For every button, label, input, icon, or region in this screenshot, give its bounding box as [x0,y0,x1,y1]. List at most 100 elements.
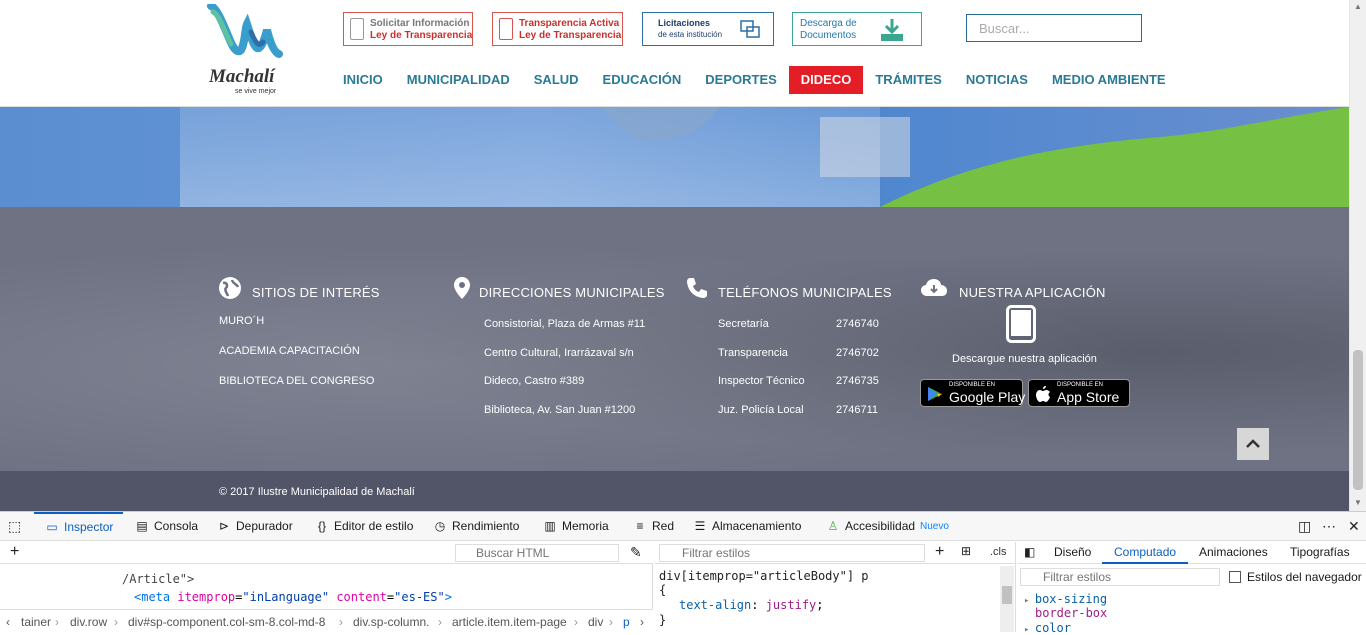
tab-label: Consola [154,519,199,533]
nav-tramites[interactable]: TRÁMITES [863,66,953,94]
footer-direccion-item: Biblioteca, Av. San Juan #1200 [484,404,636,416]
scroll-up-arrow-icon[interactable]: ▲ [1354,2,1362,11]
more-options-icon[interactable]: ⋯ [1322,518,1336,535]
nav-municipalidad[interactable]: MUNICIPALIDAD [395,66,522,94]
breadcrumb-separator-icon: › [55,615,59,629]
banner-transparencia-activa[interactable]: Transparencia Activa Ley de Transparenci… [492,12,623,46]
breadcrumb-item[interactable]: div [588,615,603,629]
banner-licitaciones[interactable]: Licitaciones de esta institución [642,12,774,46]
markup-line-meta[interactable]: <meta itemprop="inLanguage" content="es-… [134,590,452,604]
page-scrollbar[interactable]: ▲ ▼ [1349,0,1366,511]
tag-end: > [444,590,452,604]
toggle-sidebar-icon[interactable]: ◧ [1024,545,1035,559]
google-play-label: Google Play [949,389,1026,405]
tab-diseno[interactable]: Diseño [1054,542,1091,564]
computed-filter-input[interactable] [1020,568,1220,586]
breadcrumb-separator-icon: › [438,615,442,629]
download-icon [881,19,903,41]
search-input[interactable] [966,14,1142,42]
footer-link-biblioteca-congreso[interactable]: BIBLIOTECA DEL CONGRESO [219,375,374,387]
breadcrumb-item[interactable]: div.sp-column. [353,615,429,629]
eyedropper-icon[interactable]: ✎ [630,544,642,561]
element-picker-icon[interactable]: ⬚ [8,518,21,535]
breadcrumb-scroll-right-icon[interactable]: › [640,615,644,629]
rule-selector[interactable]: div[itemprop="articleBody"] p [659,569,869,583]
search-html-input[interactable] [455,544,619,562]
nav-educacion[interactable]: EDUCACIÓN [591,66,694,94]
document-icon [499,18,513,40]
nav-deportes[interactable]: DEPORTES [693,66,789,94]
tab-consola[interactable]: ▤ Consola [134,512,198,540]
site-header: Machalí se vive mejor Solicitar Informac… [0,0,1349,107]
scrollbar-thumb[interactable] [1353,350,1363,490]
site-logo[interactable]: Machalí se vive mejor [207,2,289,100]
banner-descarga-documentos[interactable]: Descarga de Documentos [792,12,922,46]
tab-memoria[interactable]: ▥ Memoria [542,512,608,540]
attr-value: "es-ES" [394,590,445,604]
chevron-up-icon [1246,438,1260,448]
tab-almacenamiento[interactable]: ☰ Almacenamiento [692,512,802,540]
tab-accesibilidad[interactable]: ♙ Accesibilidad [825,512,915,540]
logo-name: Machalí [209,66,275,87]
markup-view[interactable]: + ⌕ ✎ /Article"> <meta itemprop="inLangu… [0,542,653,614]
rules-scrollbar-thumb[interactable] [1002,586,1012,604]
rules-scrollbar[interactable] [1000,566,1014,632]
add-rule-icon[interactable]: + [935,543,944,561]
tab-computado[interactable]: Computado [1102,542,1189,564]
breadcrumb-separator-icon: › [609,615,613,629]
tab-red[interactable]: ≡ Red [632,512,674,540]
banner-solicitar-informacion[interactable]: Solicitar Información Ley de Transparenc… [343,12,473,46]
breadcrumb-item[interactable]: div.row [70,615,107,629]
computed-property[interactable]: ▸ box-sizing [1024,592,1107,606]
breadcrumb-item[interactable]: div#sp-component.col-sm-8.col-md-8 [128,615,325,629]
nav-inicio[interactable]: INICIO [331,66,395,94]
app-store-label: App Store [1057,389,1120,405]
devtools-toolbar: ⬚ ▭ Inspector ▤ Consola ⊳ Depurador {} Edito… [0,512,1366,541]
tablet-icon [1006,305,1036,343]
map-marker-icon [454,277,470,299]
back-to-top-button[interactable] [1237,428,1269,460]
tab-animaciones[interactable]: Animaciones [1199,542,1268,564]
scroll-down-arrow-icon[interactable]: ▼ [1354,498,1362,507]
copyright-text: © 2017 Ilustre Municipalidad de Machalí [219,486,415,498]
dock-side-icon[interactable]: ◫ [1298,518,1311,535]
markup-line[interactable]: /Article"> [122,572,194,586]
breadcrumb-scroll-left-icon[interactable]: ‹ [6,615,10,629]
browser-styles-checkbox[interactable]: Estilos del navegador [1229,570,1362,584]
breadcrumb-item-selected[interactable]: p [623,615,630,629]
tab-inspector[interactable]: ▭ Inspector [34,512,124,540]
rule-declaration[interactable]: text-align: justify; [679,598,824,612]
phone-number: 2746735 [836,375,879,387]
cloud-download-icon [921,279,947,296]
pseudo-class-toggle-icon[interactable]: ⊞ [961,544,971,558]
nav-noticias[interactable]: NOTICIAS [954,66,1040,94]
banner-licitaciones-line2: de esta institución [658,30,723,39]
google-play-badge[interactable]: DISPONIBLE EN Google Play [920,379,1026,407]
debugger-icon: ⊳ [218,519,230,533]
nav-medio-ambiente[interactable]: MEDIO AMBIENTE [1040,66,1178,94]
apple-icon [1036,386,1050,402]
rule-open-brace: { [659,583,667,597]
nav-salud[interactable]: SALUD [522,66,591,94]
computed-prop-name: box-sizing [1034,592,1108,606]
footer-app-text: Descargue nuestra aplicación [952,353,1097,365]
close-icon[interactable]: ✕ [1348,518,1360,535]
tab-tipografias[interactable]: Tipografías [1290,542,1350,564]
app-store-badge[interactable]: DISPONIBLE EN App Store [1028,379,1130,407]
breadcrumb-item[interactable]: tainer [21,615,51,629]
breadcrumb-item[interactable]: article.item.item-page [452,615,567,629]
add-node-icon[interactable]: + [10,543,19,561]
tab-editor-estilo[interactable]: {} Editor de estilo [314,512,413,540]
hero-shapes [600,107,1349,207]
footer-link-academia[interactable]: ACADEMIA CAPACITACIÓN [219,345,360,357]
tab-label: Depurador [236,519,293,533]
nav-dideco[interactable]: DIDECO [788,66,864,94]
phone-number: 2746740 [836,318,879,330]
tab-rendimiento[interactable]: ◷ Rendimiento [432,512,520,540]
tab-label: Red [652,519,675,533]
breadcrumb-separator-icon: › [114,615,118,629]
cls-toggle[interactable]: .cls [990,546,1007,558]
footer-link-muroh[interactable]: MURO´H [219,315,264,327]
filter-styles-input[interactable] [659,544,925,562]
tab-depurador[interactable]: ⊳ Depurador [216,512,293,540]
